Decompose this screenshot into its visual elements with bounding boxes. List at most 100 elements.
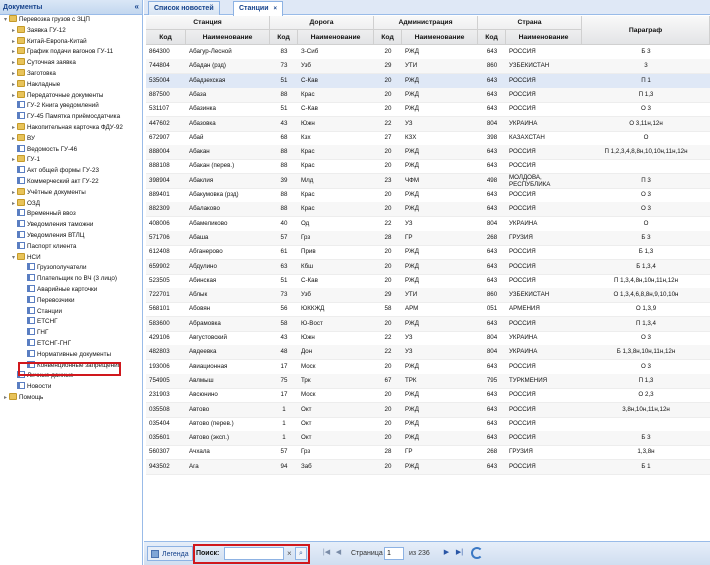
expand-arrow-icon[interactable]: ▸: [10, 199, 17, 210]
tab-stations[interactable]: Станции ×: [233, 1, 283, 16]
tree-item[interactable]: Паспорт клиента: [0, 241, 142, 253]
table-row[interactable]: 535004 Абадзехская 51 С-Кав 20 РЖД 643 РОССИЯ П …: [146, 73, 710, 89]
column-header-station-code[interactable]: Код: [146, 30, 186, 45]
tree-item[interactable]: Плательщик по ВЧ (3 лицо): [0, 274, 142, 285]
table-row[interactable]: 035508 Автово 1 Окт 20 РЖД 643 РОССИЯ 3,8н,10н,1…: [146, 402, 710, 418]
table-row[interactable]: 612408 Абганерово 61 Прив 20 РЖД 643 РОССИЯ Б 1,…: [146, 245, 710, 261]
column-header-paragraph[interactable]: Параграф: [582, 16, 710, 45]
expand-arrow-icon[interactable]: ▸: [10, 69, 17, 80]
table-row[interactable]: 231903 Авсюнино 17 Моск 20 РЖД 643 РОССИЯ О 2,3: [146, 388, 710, 404]
table-row[interactable]: 672907 Абай 68 Кзх 27 КЗХ 398 КАЗАХСТАН О: [146, 131, 710, 146]
column-header-admin-code[interactable]: Код: [374, 30, 402, 45]
table-row[interactable]: 408006 Абамеликово 40 Од 22 УЗ 804 УКРАИНА О: [146, 217, 710, 232]
first-page-icon[interactable]: |◀: [322, 548, 331, 558]
expand-arrow-icon[interactable]: ▸: [10, 123, 17, 134]
table-row[interactable]: 429106 Августовский 43 Южн 22 УЗ 804 УКРАИНА О 3: [146, 331, 710, 346]
tree-item[interactable]: Станции: [0, 306, 142, 318]
table-row[interactable]: 560307 Ачхала 57 Грз 28 ГР 268 ГРУЗИЯ 1,3,8н: [146, 445, 710, 461]
tree-item[interactable]: ГУ-2 Книга уведомлений: [0, 101, 142, 112]
collapse-arrow-icon[interactable]: ▾: [10, 253, 17, 264]
search-input[interactable]: [224, 547, 284, 560]
expand-arrow-icon[interactable]: ▸: [2, 393, 9, 404]
tree-item[interactable]: ▸ ГУ-1: [0, 155, 142, 166]
refresh-icon[interactable]: [471, 547, 483, 559]
last-page-icon[interactable]: ▶|: [455, 548, 464, 558]
expand-arrow-icon[interactable]: ▸: [10, 47, 17, 58]
tree-item[interactable]: Уведомления таможни: [0, 220, 142, 231]
tree-item[interactable]: Акт общей формы ГУ-23: [0, 166, 142, 177]
column-header-station-name[interactable]: Наименование: [186, 30, 270, 45]
tree-item[interactable]: Аварийные карточки: [0, 284, 142, 296]
tree-item[interactable]: Перевозчики: [0, 295, 142, 307]
tree-item[interactable]: ЕТСНГ: [0, 317, 142, 328]
tree-item[interactable]: Новости: [0, 382, 142, 393]
table-row[interactable]: 864300 Абагур-Лесной 83 З-Сиб 20 РЖД 643 РОССИЯ…: [146, 45, 710, 60]
collapse-icon[interactable]: «: [135, 2, 139, 12]
tree-item[interactable]: ▸ График подачи вагонов ГУ-11: [0, 47, 142, 58]
tree-item[interactable]: Нормативные документы: [0, 349, 142, 361]
tree-item[interactable]: ▾ Перевозка грузов с ЗЦП: [0, 15, 142, 26]
expand-arrow-icon[interactable]: ▸: [10, 26, 17, 37]
expand-arrow-icon[interactable]: ▸: [10, 37, 17, 48]
tree-item[interactable]: ▸ Заявка ГУ-12: [0, 25, 142, 37]
tree-item[interactable]: ▸ Китай-Европа-Китай: [0, 36, 142, 48]
table-row[interactable]: 482803 Авдеевка 48 Дон 22 УЗ 804 УКРАИНА Б 1,3,8…: [146, 345, 710, 361]
tree-item[interactable]: ▸ Накладные: [0, 79, 142, 91]
column-header-country-name[interactable]: Наименование: [506, 30, 582, 45]
tree-item[interactable]: ▸ Накопительная карточка ФДУ-92: [0, 122, 142, 134]
tree-item[interactable]: ЕТСНГ-ГНГ: [0, 338, 142, 350]
expand-arrow-icon[interactable]: ▸: [10, 58, 17, 69]
table-row[interactable]: 583600 Абрамовка 58 Ю-Вост 20 РЖД 643 РОССИЯ П 1…: [146, 316, 710, 332]
tree-item[interactable]: ▸ Учётные документы: [0, 187, 142, 199]
tree-item[interactable]: Конвенционные запрещения: [0, 360, 142, 372]
table-row[interactable]: 888004 Абакан 88 Крас 20 РЖД 643 РОССИЯ П 1,2,3,…: [146, 145, 710, 161]
tree-item[interactable]: Личные данные: [0, 371, 142, 382]
tree-item[interactable]: ▸ Заготовка: [0, 68, 142, 80]
expand-arrow-icon[interactable]: ▸: [10, 80, 17, 91]
tree-item[interactable]: ▸ Передаточные документы: [0, 90, 142, 102]
table-row[interactable]: 523505 Абинская 51 С-Кав 20 РЖД 643 РОССИЯ П 1,3…: [146, 274, 710, 289]
table-row[interactable]: 744804 Абадан (рзд) 73 Узб 29 УТИ 860 УЗБЕКИСТА…: [146, 59, 710, 75]
close-icon[interactable]: ×: [273, 6, 277, 12]
tree-item[interactable]: ▸ Помощь: [0, 392, 142, 404]
table-row[interactable]: 035404 Автово (перев.) 1 Окт 20 РЖД 643 РОССИЯ: [146, 417, 710, 432]
table-row[interactable]: 193006 Авиационная 17 Моск 20 РЖД 643 РОССИЯ О 3: [146, 360, 710, 375]
tab-news-list[interactable]: Список новостей: [148, 1, 220, 15]
expand-arrow-icon[interactable]: ▸: [10, 134, 17, 145]
page-number-input[interactable]: [384, 547, 404, 560]
tree-item[interactable]: Грузополучатели: [0, 263, 142, 274]
column-header-country-code[interactable]: Код: [478, 30, 506, 45]
table-row[interactable]: 568101 Абовян 56 ЮККЖД 58 АРМ 051 АРМЕНИЯ О 1,3,…: [146, 302, 710, 318]
table-row[interactable]: 943502 Ага 94 Заб 20 РЖД 643 РОССИЯ Б 1: [146, 459, 710, 475]
table-row[interactable]: 659902 Абдулино 63 Кбш 20 РЖД 643 РОССИЯ Б 1,3,4: [146, 259, 710, 275]
tree-item[interactable]: ГУ-45 Памятка приёмосдатчика: [0, 112, 142, 123]
tree-item[interactable]: ▸ ВУ: [0, 133, 142, 145]
table-row[interactable]: 882309 Абалаково 88 Крас 20 РЖД 643 РОССИЯ О 3: [146, 202, 710, 218]
table-row[interactable]: 888108 Абакан (перев.) 88 Крас 20 РЖД 643 РОССИ…: [146, 159, 710, 175]
table-row[interactable]: 887500 Абаза 88 Крас 20 РЖД 643 РОССИЯ П 1,3: [146, 87, 710, 103]
tree-item[interactable]: ▸ Суточная заявка: [0, 58, 142, 69]
column-header-road-name[interactable]: Наименование: [298, 30, 374, 45]
column-header-admin-name[interactable]: Наименование: [402, 30, 478, 45]
column-header-road-code[interactable]: Код: [270, 30, 298, 45]
table-row[interactable]: 754905 Авлмыш 75 Трк 67 ТРК 795 ТУРКМЕНИЯ П 1,3: [146, 373, 710, 389]
tree-item[interactable]: ГНГ: [0, 328, 142, 339]
prev-page-icon[interactable]: ◀: [334, 548, 343, 558]
tree-item[interactable]: ▸ ОЗД: [0, 198, 142, 210]
table-row[interactable]: 035601 Автово (эксп.) 1 Окт 20 РЖД 643 РОССИЯ Б …: [146, 431, 710, 447]
table-row[interactable]: 571706 Абаша 57 Грз 28 ГР 268 ГРУЗИЯ Б 3: [146, 230, 710, 246]
table-row[interactable]: 398904 Абаклия 39 Млд 23 ЧФМ 498 МОЛДОВА, РЕСПУ…: [146, 173, 710, 189]
tree-item[interactable]: Временный ввоз: [0, 209, 142, 220]
tree-item[interactable]: Коммерческий акт ГУ-22: [0, 176, 142, 188]
table-row[interactable]: 447602 Абазовка 43 Южн 22 УЗ 804 УКРАИНА О 3,11н…: [146, 116, 710, 132]
expand-arrow-icon[interactable]: ▸: [10, 91, 17, 102]
next-page-icon[interactable]: ▶: [442, 548, 451, 558]
table-row[interactable]: 531107 Абазинка 51 С-Кав 20 РЖД 643 РОССИЯ О 3: [146, 102, 710, 118]
expand-arrow-icon[interactable]: ▸: [10, 155, 17, 166]
table-row[interactable]: 722701 Аблык 73 Узб 29 УТИ 860 УЗБЕКИСТАН О 1,3,…: [146, 288, 710, 304]
legend-button[interactable]: Легенда: [147, 546, 193, 561]
expand-arrow-icon[interactable]: ▸: [10, 188, 17, 199]
clear-icon[interactable]: ×: [287, 548, 292, 559]
tree-item[interactable]: Ведомость ГУ-46: [0, 144, 142, 156]
tree-item[interactable]: Уведомления ВТЛЦ: [0, 230, 142, 242]
